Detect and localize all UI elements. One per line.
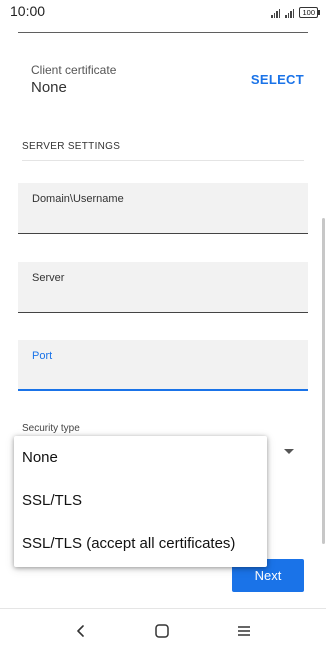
status-bar: 10:00 100 [0,0,326,22]
security-type-menu: None SSL/TLS SSL/TLS (accept all certifi… [14,436,267,567]
battery-icon: 100 [299,7,320,18]
client-certificate-value: None [31,79,67,96]
port-field[interactable]: Port [18,340,308,391]
menu-item-ssl-tls-accept-all[interactable]: SSL/TLS (accept all certificates) [14,522,267,565]
port-label: Port [32,350,53,362]
signal-icon [271,8,281,18]
chevron-left-icon [77,625,84,637]
client-certificate-label: Client certificate [31,63,117,77]
security-type-label: Security type [22,423,80,434]
domain-username-label: Domain\Username [32,193,124,205]
back-button[interactable] [51,609,111,653]
scrollbar[interactable] [322,218,325,544]
server-label: Server [32,272,65,284]
menu-item-none[interactable]: None [14,436,267,479]
recents-button[interactable] [214,609,274,653]
server-field[interactable]: Server [18,262,308,313]
domain-username-field[interactable]: Domain\Username [18,183,308,234]
dropdown-arrow-icon[interactable] [284,449,294,454]
status-icons: 100 [271,4,320,18]
menu-item-ssl-tls[interactable]: SSL/TLS [14,479,267,522]
section-title-server-settings: SERVER SETTINGS [22,141,121,152]
section-divider [22,160,304,161]
menu-lines-icon [238,626,250,636]
navigation-bar [0,608,326,653]
select-certificate-button[interactable]: SELECT [251,72,304,87]
square-home-icon [155,624,169,638]
signal-icon [285,8,295,18]
home-button[interactable] [132,609,192,653]
previous-field-underline [18,32,308,33]
status-time: 10:00 [10,3,46,19]
